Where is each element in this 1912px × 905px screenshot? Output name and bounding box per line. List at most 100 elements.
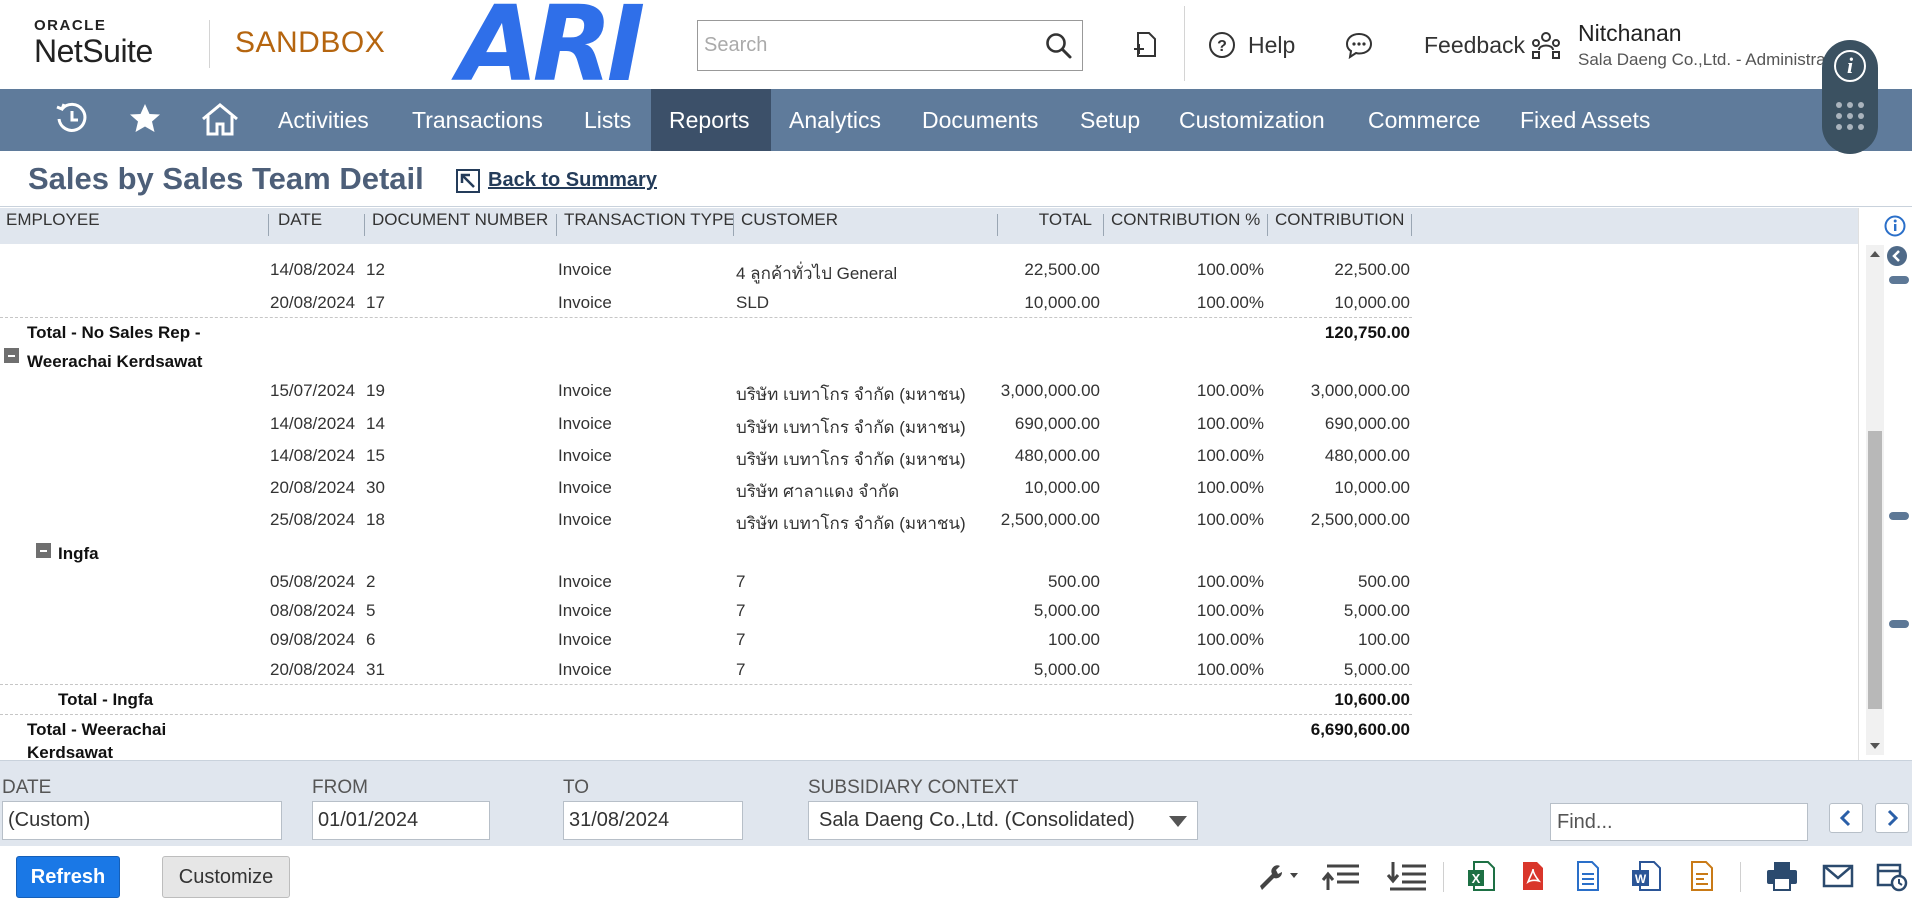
nav-setup[interactable]: Setup	[1062, 89, 1158, 151]
feedback-link[interactable]: Feedback	[1424, 32, 1525, 59]
recent-history-icon[interactable]	[54, 101, 90, 137]
nav-activities[interactable]: Activities	[260, 89, 387, 151]
side-panel-tab[interactable]	[1889, 512, 1909, 520]
role-switch-icon[interactable]	[1530, 30, 1562, 60]
find-in-report-input[interactable]: Find...	[1550, 803, 1808, 841]
find-next-button[interactable]	[1875, 803, 1909, 833]
side-panel-tab[interactable]	[1889, 620, 1909, 628]
help-link[interactable]: Help	[1248, 32, 1295, 59]
find-previous-button[interactable]	[1829, 803, 1863, 833]
user-role[interactable]: Sala Daeng Co.,Ltd. - Administrator	[1578, 50, 1845, 70]
cell-document-link[interactable]: 14	[366, 414, 385, 434]
export-excel-icon[interactable]: X	[1466, 860, 1496, 892]
table-vertical-scrollbar[interactable]	[1866, 245, 1884, 755]
cell-document-link[interactable]: 30	[366, 478, 385, 498]
cell-document-link[interactable]: 19	[366, 381, 385, 401]
expand-all-icon[interactable]	[1386, 860, 1430, 892]
total-contribution: 6,690,600.00	[1310, 720, 1410, 739]
from-date-field[interactable]: 01/01/2024	[312, 801, 490, 840]
export-xml-icon[interactable]	[1688, 860, 1716, 892]
customize-button[interactable]: Customize	[162, 856, 290, 898]
netsuite-logo[interactable]: ORACLE NetSuite	[34, 18, 174, 72]
col-contribution-pct[interactable]: Contribution %	[1111, 208, 1260, 244]
search-input[interactable]	[698, 21, 1028, 70]
col-transaction-type[interactable]: Transaction Type	[564, 208, 735, 244]
date-filter-field[interactable]: (Custom)	[2, 801, 282, 840]
col-contribution[interactable]: Contribution	[1275, 208, 1404, 244]
wrench-settings-icon[interactable]	[1254, 860, 1300, 892]
col-resize-handle[interactable]	[733, 214, 734, 236]
nav-commerce[interactable]: Commerce	[1350, 89, 1498, 151]
col-resize-handle[interactable]	[556, 214, 557, 236]
nav-lists[interactable]: Lists	[566, 89, 649, 151]
svg-text:X: X	[1472, 871, 1481, 886]
nav-documents[interactable]: Documents	[904, 89, 1056, 151]
email-icon[interactable]	[1822, 860, 1854, 892]
back-to-summary-link[interactable]: Back to Summary	[488, 169, 657, 192]
home-icon[interactable]	[200, 101, 240, 137]
col-document-number[interactable]: Document Number	[372, 208, 548, 244]
cell-document-link[interactable]: 2	[366, 572, 375, 592]
cell-total: 100.00	[1048, 630, 1100, 649]
scroll-down-arrow[interactable]	[1870, 743, 1880, 749]
cell-document-link[interactable]: 15	[366, 446, 385, 466]
collapse-panel-icon[interactable]	[1886, 245, 1908, 267]
search-icon[interactable]	[1044, 31, 1074, 61]
collapse-subgroup-toggle[interactable]	[36, 543, 51, 558]
cell-document-link[interactable]: 31	[366, 660, 385, 680]
col-date[interactable]: Date	[278, 208, 322, 244]
nav-reports[interactable]: Reports	[651, 89, 771, 151]
cell-document-link[interactable]: 12	[366, 260, 385, 280]
to-date-field[interactable]: 31/08/2024	[563, 801, 743, 840]
chevron-down-icon[interactable]	[1169, 816, 1187, 827]
cell-total: 2,500,000.00	[1000, 510, 1100, 529]
scroll-up-arrow[interactable]	[1870, 251, 1880, 257]
nav-fixed-assets[interactable]: Fixed Assets	[1502, 89, 1668, 151]
chevron-right-icon	[1887, 809, 1899, 827]
cell-type: Invoice	[558, 601, 612, 620]
collapse-group-toggle[interactable]	[4, 348, 19, 363]
col-employee[interactable]: Employee	[6, 208, 100, 244]
toolbar-divider	[1443, 862, 1444, 892]
recent-records-icon[interactable]	[1130, 30, 1160, 60]
cell-customer: SLD	[736, 293, 770, 312]
cell-document-link[interactable]: 6	[366, 630, 375, 650]
refresh-button[interactable]: Refresh	[16, 856, 120, 898]
cell-pct: 100.00%	[1196, 630, 1264, 649]
col-resize-handle[interactable]	[997, 214, 998, 236]
print-icon[interactable]	[1765, 860, 1799, 892]
cell-total: 5,000.00	[1033, 660, 1100, 679]
col-resize-handle[interactable]	[364, 214, 365, 236]
info-icon[interactable]: i	[1834, 50, 1866, 82]
export-csv-icon[interactable]	[1574, 860, 1602, 892]
nav-customization[interactable]: Customization	[1161, 89, 1343, 151]
cell-pct: 100.00%	[1196, 293, 1264, 312]
report-info-icon[interactable]	[1884, 215, 1906, 237]
feedback-icon[interactable]	[1344, 31, 1374, 59]
help-icon[interactable]: ?	[1208, 31, 1236, 59]
user-name[interactable]: Nitchanan	[1578, 20, 1682, 47]
apps-grid-icon[interactable]	[1834, 100, 1866, 132]
col-resize-handle[interactable]	[1411, 214, 1412, 236]
nav-analytics[interactable]: Analytics	[771, 89, 899, 151]
cell-document-link[interactable]: 18	[366, 510, 385, 530]
col-resize-handle[interactable]	[268, 214, 269, 236]
subsidiary-select[interactable]: Sala Daeng Co.,Ltd. (Consolidated)	[808, 801, 1198, 840]
cell-pct: 100.00%	[1196, 414, 1264, 433]
assistant-widget[interactable]: i	[1822, 40, 1878, 154]
col-customer[interactable]: Customer	[741, 208, 838, 244]
col-resize-handle[interactable]	[1267, 214, 1268, 236]
export-pdf-icon[interactable]	[1518, 860, 1548, 892]
export-word-icon[interactable]: W	[1630, 860, 1662, 892]
nav-transactions[interactable]: Transactions	[394, 89, 561, 151]
scrollbar-thumb[interactable]	[1868, 431, 1882, 709]
collapse-all-icon[interactable]	[1321, 860, 1363, 892]
cell-document-link[interactable]: 17	[366, 293, 385, 313]
side-panel-tab[interactable]	[1889, 276, 1909, 284]
col-total[interactable]: Total	[1030, 208, 1092, 244]
favorites-star-icon[interactable]	[127, 101, 163, 137]
col-resize-handle[interactable]	[1103, 214, 1104, 236]
back-to-summary-icon[interactable]	[455, 168, 481, 194]
schedule-report-icon[interactable]	[1876, 860, 1908, 892]
cell-document-link[interactable]: 5	[366, 601, 375, 621]
